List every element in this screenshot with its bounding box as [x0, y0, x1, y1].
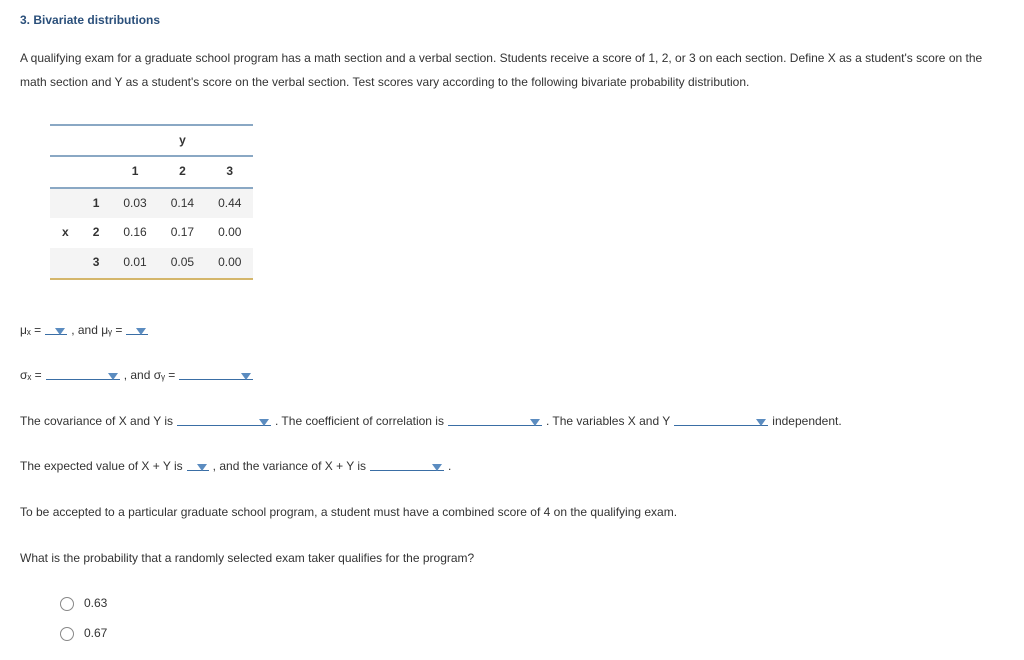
radio-icon	[60, 597, 74, 611]
intro-text: A qualifying exam for a graduate school …	[20, 46, 1004, 94]
y-axis-label: y	[159, 125, 206, 157]
period: .	[448, 456, 451, 478]
chevron-down-icon	[259, 419, 269, 426]
indep-dropdown[interactable]	[674, 418, 768, 426]
cell: 0.17	[159, 218, 206, 248]
chevron-down-icon	[197, 464, 207, 471]
cell: 0.14	[159, 188, 206, 219]
mux-label: μₓ =	[20, 320, 41, 342]
exp-dropdown[interactable]	[187, 463, 209, 471]
prob-question: What is the probability that a randomly …	[20, 548, 1004, 570]
cell: 0.01	[111, 248, 158, 279]
radio-icon	[60, 627, 74, 641]
cov-line: The covariance of X and Y is . The coeff…	[20, 411, 1004, 433]
sd-line: σₓ = , and σᵧ =	[20, 365, 1004, 387]
option-label: 0.67	[84, 623, 107, 645]
cell: 0.16	[111, 218, 158, 248]
muy-label: , and μᵧ =	[71, 320, 122, 342]
var-dropdown[interactable]	[370, 463, 444, 471]
chevron-down-icon	[756, 419, 766, 426]
x-axis-label: x	[50, 218, 81, 248]
chevron-down-icon	[432, 464, 442, 471]
chevron-down-icon	[108, 373, 118, 380]
expvar-line: The expected value of X + Y is , and the…	[20, 456, 1004, 478]
option-a[interactable]: 0.63	[60, 593, 1004, 615]
muy-dropdown[interactable]	[126, 327, 148, 335]
cell: 0.05	[159, 248, 206, 279]
section-heading: 3. Bivariate distributions	[20, 10, 1004, 32]
x-header: 1	[81, 188, 112, 219]
chevron-down-icon	[530, 419, 540, 426]
var-label: , and the variance of X + Y is	[213, 456, 366, 478]
chevron-down-icon	[55, 328, 65, 335]
sigx-label: σₓ =	[20, 365, 42, 387]
bivariate-table: y 1 2 3 1 0.03 0.14 0.44 x 2 0.16 0.17 0…	[50, 124, 253, 280]
corr-dropdown[interactable]	[448, 418, 542, 426]
indep-suffix: independent.	[772, 411, 841, 433]
sigy-label: , and σᵧ =	[124, 365, 176, 387]
exp-label: The expected value of X + Y is	[20, 456, 183, 478]
sigy-dropdown[interactable]	[179, 372, 253, 380]
corr-label: . The coefficient of correlation is	[275, 411, 444, 433]
y-header: 2	[159, 156, 206, 188]
option-b[interactable]: 0.67	[60, 623, 1004, 645]
chevron-down-icon	[136, 328, 146, 335]
accept-text: To be accepted to a particular graduate …	[20, 502, 1004, 524]
mux-dropdown[interactable]	[45, 327, 67, 335]
cell: 0.03	[111, 188, 158, 219]
x-header: 3	[81, 248, 112, 279]
x-header: 2	[81, 218, 112, 248]
sigx-dropdown[interactable]	[46, 372, 120, 380]
chevron-down-icon	[241, 373, 251, 380]
y-header: 1	[111, 156, 158, 188]
cell: 0.00	[206, 218, 253, 248]
cov-dropdown[interactable]	[177, 418, 271, 426]
mean-line: μₓ = , and μᵧ =	[20, 320, 1004, 342]
vars-label: . The variables X and Y	[546, 411, 670, 433]
option-label: 0.63	[84, 593, 107, 615]
cov-label: The covariance of X and Y is	[20, 411, 173, 433]
cell: 0.44	[206, 188, 253, 219]
y-header: 3	[206, 156, 253, 188]
cell: 0.00	[206, 248, 253, 279]
